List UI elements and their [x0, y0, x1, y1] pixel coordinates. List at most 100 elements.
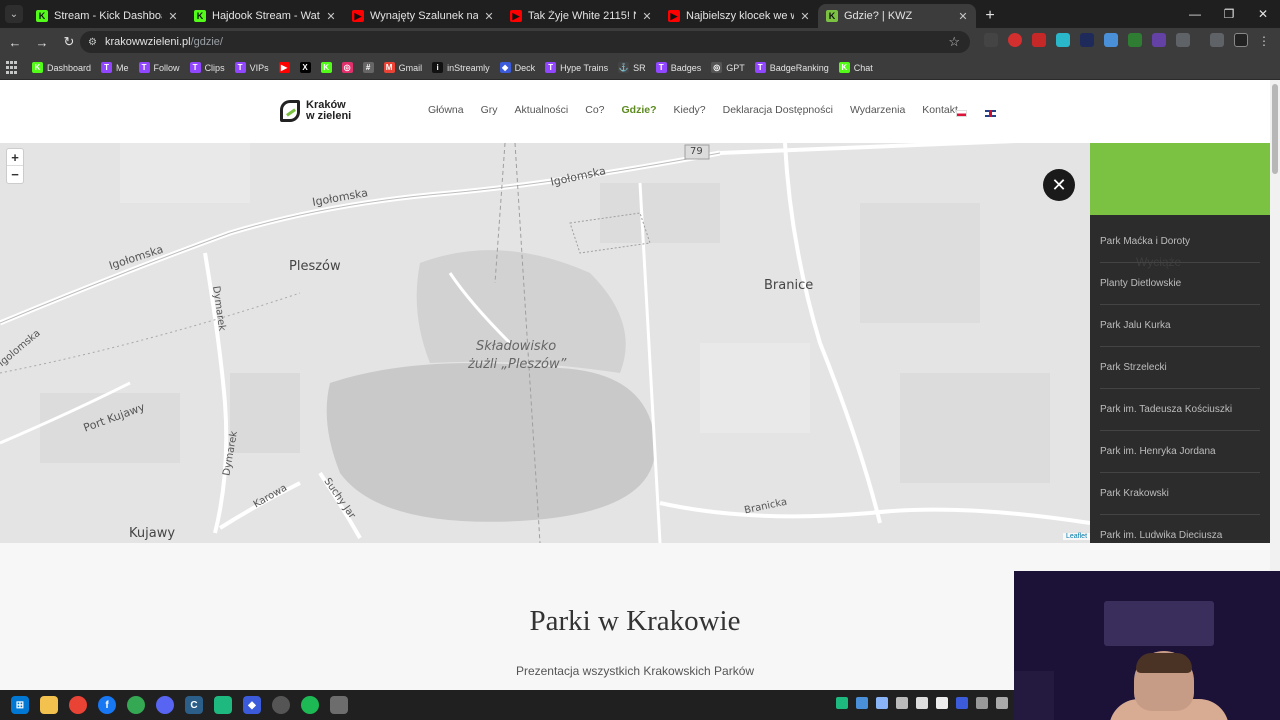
back-button[interactable]: ← — [3, 30, 27, 54]
new-tab-button[interactable]: + — [976, 4, 1004, 28]
address-bar[interactable]: ⚙ krakowwzieleni.pl/gdzie/ ☆ — [80, 31, 970, 53]
park-list-item[interactable]: Park Strzelecki — [1100, 347, 1260, 389]
scrollbar-thumb[interactable] — [1272, 84, 1278, 174]
nav-link[interactable]: Główna — [428, 104, 464, 116]
file-explorer-icon[interactable] — [40, 696, 58, 714]
app-icon[interactable]: ◆ — [243, 696, 261, 714]
park-list-item[interactable]: Park Krakowski — [1100, 473, 1260, 515]
apps-grid-icon[interactable] — [6, 60, 20, 75]
nav-link[interactable]: Deklaracja Dostępności — [723, 104, 833, 116]
app-icon[interactable] — [272, 696, 290, 714]
extension-icon[interactable] — [1032, 33, 1046, 47]
reload-button[interactable]: ↻ — [57, 30, 81, 54]
bookmark-item[interactable]: i inStreamly — [432, 62, 490, 73]
tab[interactable]: ▶ Najbielszy klocek we wsi || Ocen ✕ — [660, 4, 818, 28]
extension-icon[interactable] — [1008, 33, 1022, 47]
tab[interactable]: ▶ Tak Żyje White 2115! Najbogat ✕ — [502, 4, 660, 28]
extension-icon[interactable] — [1080, 33, 1094, 47]
bookmark-item[interactable]: K Dashboard — [32, 62, 91, 73]
tab[interactable]: ▶ Wynajęty Szalunek na Strop - U ✕ — [344, 4, 502, 28]
tab-close-icon[interactable]: ✕ — [640, 10, 654, 23]
english-flag-icon[interactable] — [985, 110, 996, 117]
tab-search-button[interactable]: ⌄ — [0, 0, 28, 28]
tab[interactable]: K Stream - Kick Dashboard ✕ — [28, 4, 186, 28]
bookmark-item[interactable]: M Gmail — [383, 62, 422, 73]
bookmark-item[interactable]: T Badges — [655, 62, 701, 73]
tab-close-icon[interactable]: ✕ — [798, 10, 812, 23]
bookmark-item[interactable]: K — [320, 62, 336, 73]
park-list-item[interactable]: Park im. Tadeusza Kościuszki — [1100, 389, 1260, 431]
map-attribution-link[interactable]: Leaflet — [1063, 533, 1091, 540]
media-control-icon[interactable] — [1210, 33, 1224, 47]
zoom-out-button[interactable]: − — [7, 166, 23, 183]
tab-close-icon[interactable]: ✕ — [956, 10, 970, 23]
park-list-item[interactable]: Park im. Ludwika Dieciusza — [1100, 515, 1260, 543]
chrome-profile-icon[interactable] — [127, 696, 145, 714]
shield-icon[interactable] — [1128, 33, 1142, 47]
bookmark-item[interactable]: # — [362, 62, 378, 73]
nav-link[interactable]: Aktualności — [515, 104, 569, 116]
bookmark-item[interactable]: ◎ — [341, 62, 357, 73]
windows-start-icon[interactable]: ⊞ — [11, 696, 29, 714]
tray-icon[interactable] — [896, 697, 908, 709]
bookmark-item[interactable]: ▶ — [278, 62, 294, 73]
nav-link[interactable]: Gry — [481, 104, 498, 116]
tray-icon[interactable] — [916, 697, 928, 709]
puzzle-icon[interactable] — [1176, 33, 1190, 47]
polish-flag-icon[interactable] — [956, 110, 967, 117]
bookmark-star-icon[interactable]: ☆ — [948, 34, 960, 50]
nav-link[interactable]: Gdzie? — [622, 104, 657, 116]
forward-button[interactable]: → — [30, 30, 54, 54]
zoom-in-button[interactable]: + — [7, 149, 23, 166]
tab-close-icon[interactable]: ✕ — [324, 10, 338, 23]
park-list-item[interactable]: Park im. Henryka Jordana — [1100, 431, 1260, 473]
tab[interactable]: K Hajdook Stream - Watch Live o ✕ — [186, 4, 344, 28]
nav-link[interactable]: Kiedy? — [674, 104, 706, 116]
close-window-icon[interactable]: ✕ — [1246, 0, 1280, 28]
tab-active[interactable]: K Gdzie? | KWZ ✕ — [818, 4, 976, 28]
extension-icon[interactable] — [1152, 33, 1166, 47]
map-close-button[interactable]: ✕ — [1043, 169, 1075, 201]
tray-icon[interactable] — [856, 697, 868, 709]
spotify-icon[interactable] — [301, 696, 319, 714]
tray-icon[interactable] — [876, 697, 888, 709]
app-icon[interactable] — [330, 696, 348, 714]
nav-link[interactable]: Co? — [585, 104, 604, 116]
tray-icon[interactable] — [956, 697, 968, 709]
tray-icon[interactable] — [936, 697, 948, 709]
site-info-icon[interactable]: ⚙ — [88, 37, 97, 48]
bookmark-item[interactable]: ⚓ SR — [618, 62, 646, 73]
tray-icon[interactable] — [976, 697, 988, 709]
tray-icon[interactable] — [836, 697, 848, 709]
chrome-icon[interactable] — [69, 696, 87, 714]
bookmark-item[interactable]: T BadgeRanking — [754, 62, 829, 73]
site-logo[interactable]: Kraków w zieleni — [280, 100, 351, 122]
bookmark-item[interactable]: K Chat — [838, 62, 873, 73]
bookmark-item[interactable]: T Follow — [138, 62, 180, 73]
park-list-item[interactable]: Park Maćka i Doroty — [1100, 221, 1260, 263]
maximize-icon[interactable]: ❐ — [1212, 0, 1246, 28]
app-icon[interactable]: C — [185, 696, 203, 714]
nav-link[interactable]: Kontakt — [922, 104, 958, 116]
map-view[interactable]: 79 Igołomska Igołomska Igołomska Igoloms… — [0, 143, 1090, 543]
extension-icon[interactable] — [1056, 33, 1070, 47]
profile-avatar[interactable] — [1234, 33, 1248, 47]
bookmark-item[interactable]: T VIPs — [234, 62, 269, 73]
park-list-item[interactable]: Planty Dietlowskie — [1100, 263, 1260, 305]
app-icon[interactable] — [214, 696, 232, 714]
tab-close-icon[interactable]: ✕ — [482, 10, 496, 23]
menu-kebab-icon[interactable]: ⋮ — [1258, 34, 1272, 48]
tray-icon[interactable] — [996, 697, 1008, 709]
bookmark-item[interactable]: X — [299, 62, 315, 73]
tab-close-icon[interactable]: ✕ — [166, 10, 180, 23]
nav-link[interactable]: Wydarzenia — [850, 104, 905, 116]
extension-icon[interactable] — [984, 33, 998, 47]
bookmark-item[interactable]: ◎ GPT — [711, 62, 745, 73]
minimize-icon[interactable]: — — [1178, 0, 1212, 28]
bookmark-item[interactable]: T Me — [101, 62, 129, 73]
facebook-icon[interactable]: f — [98, 696, 116, 714]
extension-icon[interactable] — [1104, 33, 1118, 47]
bookmark-item[interactable]: ◆ Deck — [499, 62, 535, 73]
bookmark-item[interactable]: T Hype Trains — [545, 62, 608, 73]
park-list-item[interactable]: Park Jalu Kurka — [1100, 305, 1260, 347]
